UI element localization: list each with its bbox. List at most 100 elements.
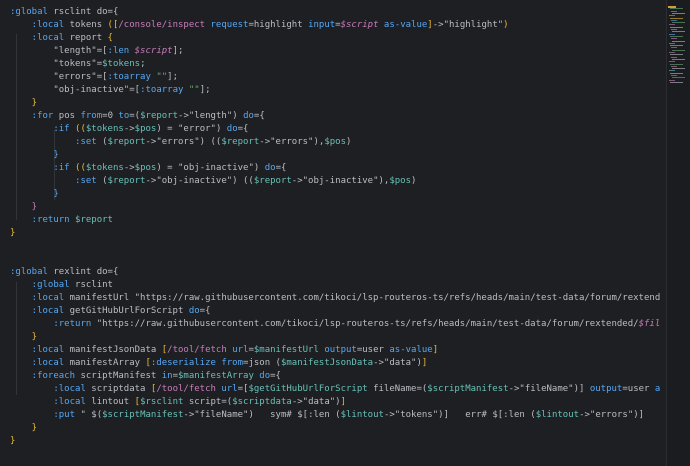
minimap-marker: [668, 6, 676, 8]
code-line[interactable]: :global rexlint do={: [10, 266, 118, 279]
minimap-line: [670, 8, 683, 10]
minimap-line: [669, 24, 675, 26]
code-line[interactable]: :for pos from=0 to=($report->"length") d…: [10, 110, 265, 123]
code-token: :local: [10, 358, 70, 368]
code-token: rsclint: [53, 7, 92, 17]
code-token: do: [264, 163, 276, 173]
code-line[interactable]: :if (($tokens->$pos) = "error") do={: [10, 123, 248, 136]
code-token: ={: [199, 306, 211, 316]
code-token: $report: [107, 176, 146, 186]
code-token: :return: [10, 215, 76, 225]
code-line[interactable]: "length"=[:len $script];: [10, 45, 183, 58]
code-token: :global: [10, 7, 54, 17]
code-token: ->"errors")]: [579, 410, 645, 420]
code-token: $report: [221, 137, 260, 147]
code-token: $report: [107, 137, 146, 147]
code-line[interactable]: :local manifestUrl "https://raw.githubus…: [10, 292, 660, 305]
code-line[interactable]: :foreach scriptManifest in=$manifestArra…: [10, 370, 281, 383]
code-line[interactable]: :local tokens ([/console/inspect request…: [10, 19, 509, 32]
code-token: }: [10, 150, 59, 160]
code-token: as-value: [654, 384, 660, 394]
code-line[interactable]: :if (($tokens->$pos) = "obj-inactive") d…: [10, 162, 286, 175]
code-line[interactable]: }: [10, 149, 59, 162]
code-token: ={: [275, 163, 287, 173]
code-token: "https://raw.githubusercontent.com/tikoc…: [134, 293, 660, 303]
code-line[interactable]: :local scriptdata [/tool/fetch url=[$get…: [10, 383, 660, 396]
code-token: $[:len (: [492, 410, 536, 420]
code-line[interactable]: :global rsclint do={: [10, 6, 118, 19]
code-line[interactable]: :set ($report->"errors") (($report->"err…: [10, 136, 351, 149]
code-line[interactable]: :global rsclint: [10, 279, 113, 292]
code-token: ]: [432, 345, 439, 355]
code-token: $[:len (: [297, 410, 341, 420]
code-line[interactable]: "tokens"=$tokens;: [10, 58, 145, 71]
code-line[interactable]: :local lintout [$rsclint script=($script…: [10, 396, 346, 409]
minimap-line: [672, 40, 685, 42]
code-line[interactable]: :return "https://raw.githubusercontent.c…: [10, 318, 660, 331]
minimap[interactable]: [666, 0, 690, 466]
code-line[interactable]: }: [10, 435, 15, 448]
code-line[interactable]: :return $report: [10, 214, 113, 227]
code-token: url: [221, 384, 238, 394]
minimap-line: [669, 42, 675, 44]
minimap-line: [672, 22, 685, 24]
code-line[interactable]: :local report {: [10, 32, 113, 45]
code-line[interactable]: :local manifestArray [:deserialize from=…: [10, 357, 428, 370]
code-token: report: [69, 33, 108, 43]
minimap-line: [672, 58, 685, 60]
code-line[interactable]: "obj-inactive"=[:toarray ""];: [10, 84, 210, 97]
code-token: $pos: [134, 124, 157, 134]
code-token: from: [80, 111, 103, 121]
code-token: :deserialize: [150, 358, 222, 368]
code-line[interactable]: :local manifestJsonData [/tool/fetch url…: [10, 344, 438, 357]
minimap-line: [670, 45, 683, 47]
code-token: ];: [167, 72, 179, 82]
code-token: :foreach: [10, 371, 81, 381]
code-token: $scriptManifest: [102, 410, 184, 420]
code-token: ) = "obj-inactive"): [156, 163, 265, 173]
code-token: do: [243, 111, 254, 121]
code-token: ->: [123, 163, 135, 173]
code-line[interactable]: }: [10, 188, 58, 201]
code-line[interactable]: :set ($report->"obj-inactive") (($report…: [10, 175, 416, 188]
code-token: }: [10, 423, 38, 433]
code-token: $report: [253, 176, 292, 186]
code-token: $(: [91, 410, 103, 420]
code-line[interactable]: "errors"=[:toarray ""];: [10, 71, 178, 84]
code-token: :for: [10, 111, 59, 121]
code-token: }: [10, 202, 38, 212]
code-line[interactable]: :put " $($scriptManifest->"fileName") sy…: [10, 409, 660, 422]
code-token: /tool/fetch: [167, 345, 233, 355]
minimap-line: [669, 15, 675, 17]
code-token: ->"data"): [373, 358, 422, 368]
code-token: "https://raw.githubusercontent.com/tikoc…: [96, 319, 639, 329]
code-token: $manifestArray: [178, 371, 254, 381]
minimap-line: [670, 26, 683, 28]
code-editor[interactable]: :global rsclint do={ :local tokens ([/co…: [0, 0, 660, 466]
code-token: script: [188, 397, 222, 407]
code-line[interactable]: }: [10, 422, 37, 435]
code-token: ->"fileName"): [183, 410, 254, 420]
minimap-line: [672, 12, 685, 14]
code-token: $getGitHubUrlForScript: [248, 384, 374, 394]
code-token: :toarray: [140, 85, 189, 95]
code-token: =[: [96, 72, 108, 82]
code-token: ((: [75, 163, 86, 173]
minimap-line: [671, 47, 677, 49]
code-token: ->"length": [178, 111, 233, 121]
code-token: :toarray: [107, 72, 157, 82]
code-token: $tokens: [102, 59, 141, 69]
code-line[interactable]: }: [10, 97, 37, 110]
minimap-line: [671, 29, 677, 30]
minimap-line: [671, 10, 677, 12]
code-token: ): [411, 176, 417, 186]
code-token: /console/inspect: [118, 20, 211, 30]
code-line[interactable]: :local getGitHubUrlForScript do={: [10, 305, 211, 318]
code-line[interactable]: }: [10, 227, 15, 240]
code-token: $scriptdata: [232, 397, 292, 407]
code-line[interactable]: }: [10, 201, 37, 214]
code-token: "length": [10, 46, 97, 56]
code-token: :local: [10, 384, 92, 394]
code-line[interactable]: }: [10, 331, 37, 344]
minimap-line: [669, 70, 675, 72]
